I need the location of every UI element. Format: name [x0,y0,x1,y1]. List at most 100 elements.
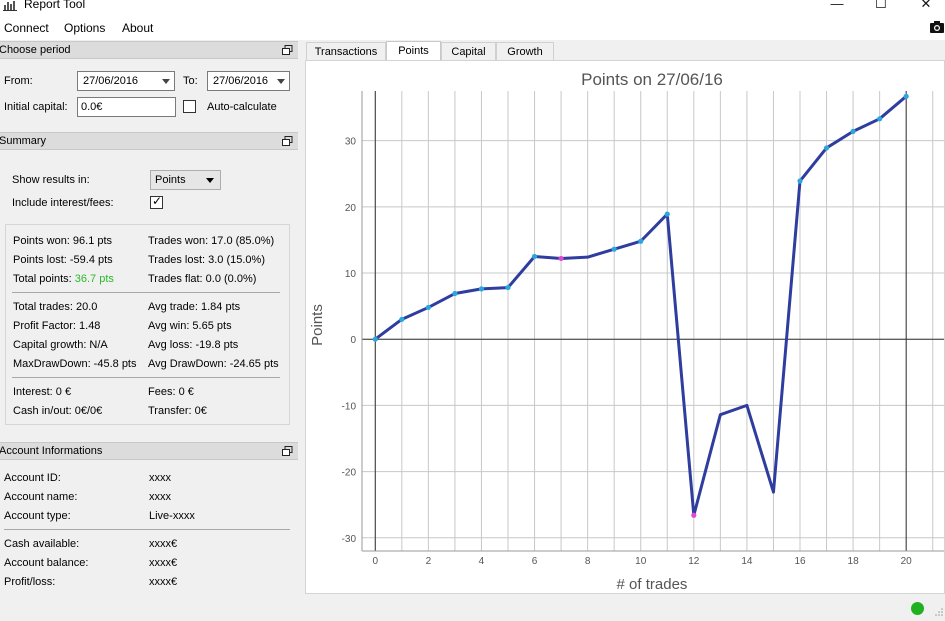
menu-bar: Connect Options About [0,18,945,40]
include-interest-checkbox[interactable]: ✓ [150,194,163,209]
account-info-header: Account Informations [0,442,298,460]
choose-period-title: Choose period [0,44,71,56]
account-info-title: Account Informations [0,445,103,457]
menu-connect[interactable]: Connect [4,21,49,35]
from-date-value: 27/06/2016 [83,75,139,87]
transfer: Transfer: 0€ [148,405,207,417]
data-point [505,284,511,291]
x-tick-label: 14 [741,556,753,567]
points-lost: Points lost: -59.4 pts [13,254,113,266]
minimize-button[interactable]: — [822,0,852,12]
data-point [903,93,909,99]
maximize-button[interactable]: ☐ [866,0,896,12]
y-tick-label: 30 [345,137,357,148]
data-point [478,286,485,292]
data-point [797,178,803,184]
from-date-picker[interactable]: 27/06/2016 [77,71,175,91]
x-tick-label: 6 [532,556,538,567]
data-point [611,246,617,252]
trades-lost: Trades lost: 3.0 (15.0%) [148,254,265,266]
summary-header: Summary [0,132,298,150]
resize-grip-icon[interactable] [934,607,944,617]
tab-label: Transactions [314,46,378,58]
tab-label: Growth [507,46,543,58]
total-trades: Total trades: 20.0 [13,301,98,313]
data-point-loss [558,255,564,262]
undock-icon[interactable] [282,446,293,456]
chevron-down-icon [162,79,170,84]
data-point [531,253,538,260]
account-name-value: xxxx [149,491,171,503]
x-tick-label: 0 [372,556,378,567]
data-point [823,145,830,151]
undock-icon[interactable] [282,45,293,55]
avg-trade: Avg trade: 1.84 pts [148,301,241,313]
total-points-value: 36.7 pts [74,273,114,285]
show-results-select[interactable]: Points [150,170,221,190]
chart-title: Points on 27/06/16 [581,70,723,89]
data-point [877,116,883,122]
divider [12,292,280,293]
y-tick-label: -10 [342,401,357,412]
account-balance-label: Account balance: [4,557,89,569]
tab-points[interactable]: Points [386,41,441,62]
chart-grid [361,91,945,552]
x-tick-label: 4 [479,556,485,567]
max-drawdown: MaxDrawDown: -45.8 pts [13,358,137,370]
account-name-label: Account name: [4,491,78,503]
cash-inout: Cash in/out: 0€/0€ [13,405,103,417]
cash-available-label: Cash available: [4,538,80,550]
y-axis-label: Points [309,304,326,346]
capital-growth: Capital growth: N/A [13,339,108,351]
auto-calculate-label: Auto-calculate [207,101,277,113]
x-tick-label: 16 [794,556,806,567]
status-bar [0,595,945,621]
trades-flat: Trades flat: 0.0 (0.0%) [148,273,257,285]
title-bar: Report Tool — ☐ ✕ [0,0,945,18]
initial-capital-input[interactable]: 0.0€ [77,97,176,117]
initial-capital-value: 0.0€ [81,101,103,113]
include-interest-label: Include interest/fees: [12,197,114,209]
profit-factor: Profit Factor: 1.48 [13,320,101,332]
tab-transactions[interactable]: Transactions [306,42,386,61]
x-tick-label: 2 [426,556,432,567]
y-tick-label: -30 [342,534,357,545]
bar-chart-icon [3,1,17,11]
x-tick-label: 20 [901,556,913,567]
data-point-loss [691,512,697,518]
x-tick-label: 10 [635,556,647,567]
divider [4,529,290,530]
data-point [399,316,405,322]
x-axis-label: # of trades [617,576,688,593]
tab-label: Points [398,45,429,57]
profit-loss-label: Profit/loss: [4,576,56,588]
chevron-down-icon [206,178,214,183]
data-point [638,238,644,244]
to-date-picker[interactable]: 27/06/2016 [207,71,290,91]
show-results-value: Points [155,174,186,186]
profit-loss-value: xxxx€ [149,576,178,588]
window-title: Report Tool [24,0,86,11]
close-button[interactable]: ✕ [911,0,941,12]
menu-options[interactable]: Options [64,21,105,35]
y-tick-label: 10 [345,269,357,280]
data-point [372,336,378,342]
data-point [850,128,856,134]
account-id-label: Account ID: [4,472,61,484]
chevron-down-icon [277,79,285,84]
auto-calculate-checkbox[interactable] [183,100,196,113]
x-tick-label: 8 [585,556,591,567]
chart-pane: Points on 27/06/16 # of trades Points 0 2… [305,60,945,594]
account-type-value: Live-xxxx [149,510,195,522]
tab-bar: Transactions Points Capital Growth [305,41,945,62]
x-tick-label: 18 [848,556,860,567]
tab-capital[interactable]: Capital [441,42,496,61]
y-tick-label: 20 [345,203,357,214]
tab-growth[interactable]: Growth [496,42,554,61]
camera-icon[interactable] [930,20,944,34]
menu-about[interactable]: About [122,21,153,35]
undock-icon[interactable] [282,136,293,146]
data-point [425,304,431,311]
account-type-label: Account type: [4,510,71,522]
cash-available-value: xxxx€ [149,538,178,550]
